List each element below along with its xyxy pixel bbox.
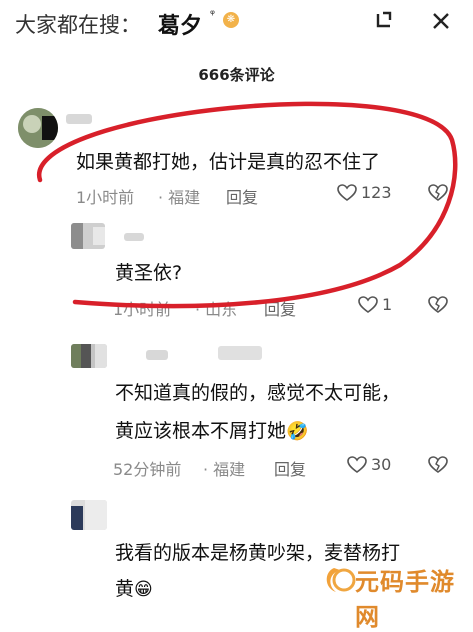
fire-badge-icon: ❋ (223, 12, 239, 28)
like-count: 30 (371, 455, 392, 474)
blurred-username (146, 350, 168, 360)
reply-button[interactable]: 回复 (264, 296, 296, 320)
heart-icon (347, 455, 367, 473)
comment-location: · 山东 (195, 300, 238, 319)
broken-heart-icon (428, 184, 448, 201)
watermark-text: 元码手游网 (355, 568, 455, 631)
reply-button[interactable]: 回复 (274, 456, 306, 480)
close-icon[interactable] (430, 10, 452, 32)
comment-text: 如果黄都打她，估计是真的忍不住了 (76, 151, 381, 173)
blurred-username (124, 233, 144, 241)
blurred-username (218, 346, 262, 360)
like-button[interactable]: 123 (337, 183, 392, 202)
grinning-emoji-icon: 😁 (134, 579, 153, 600)
comment-text: 黄圣依? (115, 262, 183, 284)
comment-text-line2: 黄😁 (115, 574, 153, 601)
comment-count-title: 666条评论 (198, 66, 275, 84)
like-button[interactable]: 30 (347, 455, 391, 474)
broken-heart-icon (428, 456, 448, 473)
avatar[interactable] (18, 108, 58, 148)
comment-time: 1小时前 (113, 300, 172, 319)
like-count: 1 (382, 295, 393, 314)
dislike-button[interactable] (428, 456, 448, 478)
heart-icon (337, 183, 357, 201)
comment-location: · 福建 (158, 188, 201, 207)
broken-heart-icon (428, 296, 448, 313)
like-button[interactable]: 1 (358, 295, 392, 314)
like-count: 123 (361, 183, 392, 202)
dislike-button[interactable] (428, 184, 448, 206)
avatar[interactable] (71, 344, 107, 368)
laughing-emoji-icon: 🤣 (286, 421, 309, 442)
search-query-link[interactable]: 葛夕 (158, 8, 202, 40)
comment-location: · 福建 (203, 460, 246, 479)
avatar[interactable] (71, 500, 107, 530)
comment-text: 黄 (115, 578, 135, 600)
heart-icon (358, 295, 378, 313)
dislike-button[interactable] (428, 296, 448, 318)
avatar[interactable] (71, 223, 105, 249)
comment-time: 1小时前 (76, 188, 135, 207)
comment-text-line2: 黄应该根本不屑打她🤣 (115, 416, 308, 443)
blurred-username (66, 114, 92, 124)
expand-icon[interactable] (372, 10, 394, 32)
search-suggestion-bar: 大家都在搜： 葛夕 ᵠ ❋ (0, 0, 473, 44)
reply-button[interactable]: 回复 (226, 184, 258, 208)
search-small-icon: ᵠ (210, 7, 215, 21)
comment-text: 不知道真的假的，感觉不太可能， (115, 382, 401, 404)
comment-time: 52分钟前 (113, 460, 182, 479)
comment-text: 黄应该根本不屑打她 (115, 420, 287, 442)
search-prefix: 大家都在搜： (15, 13, 141, 37)
